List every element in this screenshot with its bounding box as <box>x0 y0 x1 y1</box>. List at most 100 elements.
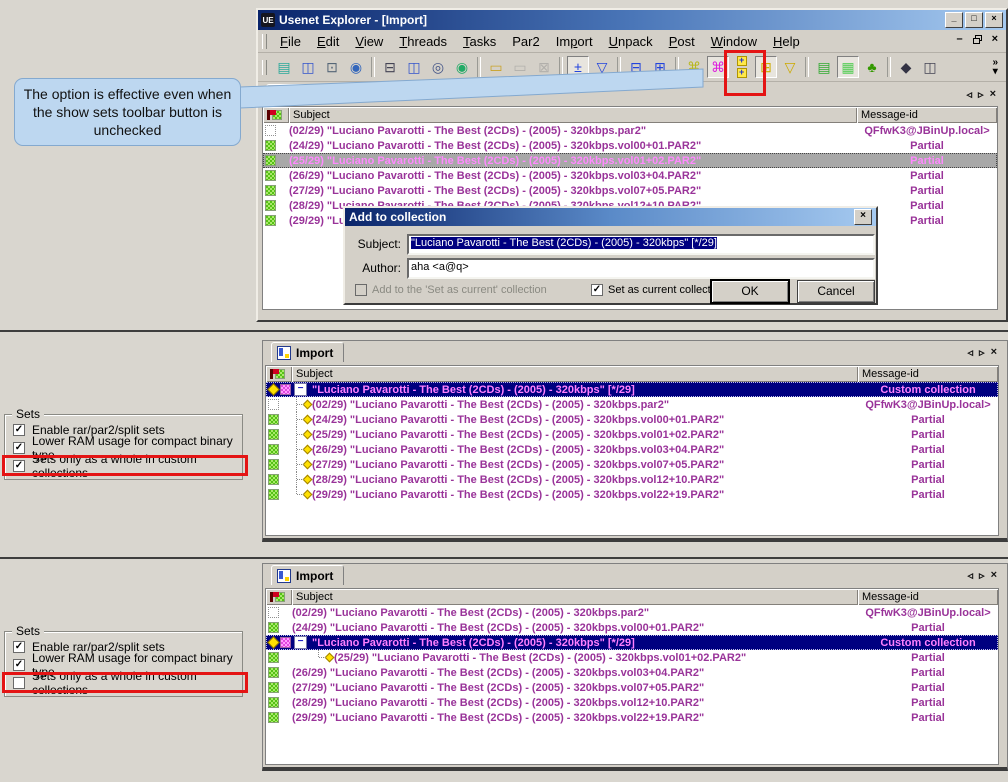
tab-close-icon[interactable]: × <box>991 569 997 582</box>
list-row[interactable]: (26/29) "Luciano Pavarotti - The Best (2… <box>266 442 998 457</box>
empty-checkbox-icon[interactable] <box>268 607 279 618</box>
add-to-current-checkbox[interactable] <box>355 284 367 296</box>
list-row[interactable]: (29/29) "Luciano Pavarotti - The Best (2… <box>266 710 998 725</box>
maximize-button[interactable]: □ <box>965 12 983 28</box>
dialog-title-bar[interactable]: Add to collection × <box>345 208 876 226</box>
filter-sets-button[interactable]: ▽ <box>779 56 801 78</box>
import-grid-button[interactable]: ▦ <box>837 56 859 78</box>
toolbar-overflow[interactable]: » ▾ <box>992 58 998 76</box>
tab-prev-icon[interactable]: ◃ <box>967 88 973 101</box>
list-row[interactable]: (25/29) "Luciano Pavarotti - The Best (2… <box>263 153 997 168</box>
sets-command-active-button[interactable]: ⌘ <box>707 56 729 78</box>
delete-folder-button[interactable]: ⊠ <box>533 56 555 78</box>
set-as-current-checkbox[interactable]: ✓ <box>591 284 603 296</box>
author-input[interactable]: aha <a@q> <box>407 258 875 279</box>
menu-help[interactable]: Help <box>765 32 808 51</box>
catalog-button[interactable]: ◆ <box>895 56 917 78</box>
title-bar[interactable]: UE Usenet Explorer - [Import] _ □ × <box>258 10 1006 30</box>
header-icon-column[interactable] <box>266 366 292 382</box>
header-message-id[interactable]: Message-id <box>858 366 998 382</box>
import-list-button[interactable]: ▤ <box>813 56 835 78</box>
header-icon-column[interactable] <box>263 107 289 123</box>
import-tree-button[interactable]: ♣ <box>861 56 883 78</box>
menu-window[interactable]: Window <box>703 32 765 51</box>
save-button[interactable]: ⊟ <box>379 56 401 78</box>
list-row[interactable]: (26/29) "Luciano Pavarotti - The Best (2… <box>263 168 997 183</box>
list-row[interactable]: (29/29) "Luciano Pavarotti - The Best (2… <box>266 487 998 502</box>
sets-option-checkbox[interactable]: ✓ <box>13 424 25 436</box>
tab-close-icon[interactable]: × <box>991 346 997 359</box>
expand-threads-button[interactable]: ⊞ <box>649 56 671 78</box>
tab-prev-icon[interactable]: ◃ <box>968 569 974 582</box>
menu-file[interactable]: File <box>272 32 309 51</box>
add-set-button[interactable]: ⊞ <box>755 56 777 78</box>
mdi-restore-icon[interactable] <box>973 35 982 44</box>
collapse-threads-button[interactable]: ⊟ <box>625 56 647 78</box>
web-globe-button[interactable]: ◉ <box>345 56 367 78</box>
list-row[interactable]: (26/29) "Luciano Pavarotti - The Best (2… <box>266 665 998 680</box>
list-row[interactable]: (02/29) "Luciano Pavarotti - The Best (2… <box>266 605 998 620</box>
list-row[interactable]: (02/29) "Luciano Pavarotti - The Best (2… <box>263 123 997 138</box>
minimize-button[interactable]: _ <box>945 12 963 28</box>
header-subject[interactable]: Subject <box>292 589 858 605</box>
header-icon-column[interactable] <box>266 589 292 605</box>
list-row[interactable]: (25/29) "Luciano Pavarotti - The Best (2… <box>266 427 998 442</box>
list-row[interactable]: (27/29) "Luciano Pavarotti - The Best (2… <box>263 183 997 198</box>
global-search-button[interactable]: ◉ <box>451 56 473 78</box>
sets-option-checkbox[interactable] <box>13 677 25 689</box>
sets-option-checkbox[interactable]: ✓ <box>13 442 25 454</box>
catalog-open-button[interactable]: ◫ <box>919 56 941 78</box>
news-servers-button[interactable]: ▤ <box>273 56 295 78</box>
list-row[interactable]: (24/29) "Luciano Pavarotti - The Best (2… <box>266 620 998 635</box>
mdi-minimize-icon[interactable]: – <box>956 33 962 45</box>
header-subject[interactable]: Subject <box>289 107 857 123</box>
menu-view[interactable]: View <box>347 32 391 51</box>
tab-import-2[interactable]: Import <box>271 342 344 362</box>
header-message-id[interactable]: Message-id <box>858 589 998 605</box>
tab-next-icon[interactable]: ▹ <box>979 346 985 359</box>
tab-import-3[interactable]: Import <box>271 565 344 585</box>
menu-import[interactable]: Import <box>548 32 601 51</box>
new-folder-button[interactable]: ▭ <box>485 56 507 78</box>
menu-threads[interactable]: Threads <box>391 32 455 51</box>
menu-unpack[interactable]: Unpack <box>601 32 661 51</box>
collapse-expander-icon[interactable]: − <box>294 636 307 649</box>
list-row[interactable]: (24/29) "Luciano Pavarotti - The Best (2… <box>263 138 997 153</box>
empty-checkbox-icon[interactable] <box>268 399 279 410</box>
tab-prev-icon[interactable]: ◃ <box>968 346 974 359</box>
menu-tasks[interactable]: Tasks <box>455 32 504 51</box>
list-row[interactable]: −"Luciano Pavarotti - The Best (2CDs) - … <box>266 382 998 397</box>
find-document-button[interactable]: ◎ <box>427 56 449 78</box>
tab-close-icon[interactable]: × <box>990 88 996 101</box>
header-message-id[interactable]: Message-id <box>857 107 997 123</box>
list-row[interactable]: −"Luciano Pavarotti - The Best (2CDs) - … <box>266 635 998 650</box>
list-row[interactable]: (27/29) "Luciano Pavarotti - The Best (2… <box>266 457 998 472</box>
list-row[interactable]: (28/29) "Luciano Pavarotti - The Best (2… <box>266 695 998 710</box>
tab-next-icon[interactable]: ▹ <box>978 88 984 101</box>
open-book-button[interactable]: ◫ <box>403 56 425 78</box>
sets-option-checkbox[interactable]: ✓ <box>13 460 25 472</box>
list-row[interactable]: (25/29) "Luciano Pavarotti - The Best (2… <box>266 650 998 665</box>
list-row[interactable]: (28/29) "Luciano Pavarotti - The Best (2… <box>266 472 998 487</box>
ok-button[interactable]: OK <box>711 280 789 303</box>
menu-post[interactable]: Post <box>661 32 703 51</box>
menu-par2[interactable]: Par2 <box>504 32 547 51</box>
empty-checkbox-icon[interactable] <box>265 125 276 136</box>
headers-computer-button[interactable]: ⊡ <box>321 56 343 78</box>
subject-input[interactable]: "Luciano Pavarotti - The Best (2CDs) - (… <box>407 234 875 255</box>
list-row[interactable]: (27/29) "Luciano Pavarotti - The Best (2… <box>266 680 998 695</box>
filter-add-button[interactable]: ▽ <box>591 56 613 78</box>
list-row[interactable]: (02/29) "Luciano Pavarotti - The Best (2… <box>266 397 998 412</box>
open-folder-button[interactable]: ▭ <box>509 56 531 78</box>
menubar-grip[interactable] <box>262 34 267 49</box>
dialog-close-icon[interactable]: × <box>854 209 872 225</box>
close-button[interactable]: × <box>985 12 1003 28</box>
toolbar-grip[interactable] <box>262 60 267 75</box>
collapse-expander-icon[interactable]: − <box>294 383 307 396</box>
add-plus-button[interactable]: ± <box>567 56 589 78</box>
menu-edit[interactable]: Edit <box>309 32 347 51</box>
tab-next-icon[interactable]: ▹ <box>979 569 985 582</box>
tab-import-1[interactable]: Import <box>266 84 339 104</box>
sets-option-checkbox[interactable]: ✓ <box>13 641 25 653</box>
header-subject[interactable]: Subject <box>292 366 858 382</box>
